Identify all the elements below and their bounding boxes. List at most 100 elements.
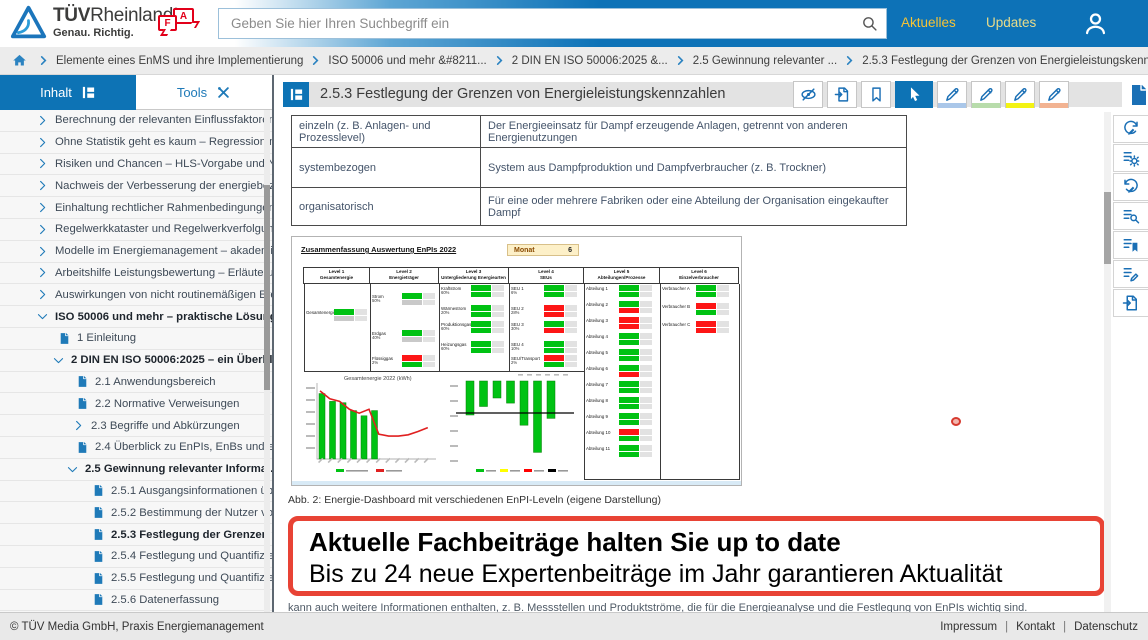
highlighter-yellow-button[interactable] xyxy=(1005,81,1035,108)
table-cell: systembezogen xyxy=(292,148,481,187)
tree-item[interactable]: Auswirkungen von nicht routinemäßigen Er… xyxy=(0,284,272,306)
chevron-right-icon[interactable] xyxy=(36,266,49,279)
bookmark-list-button[interactable] xyxy=(1113,231,1148,259)
tree-item[interactable]: 2.4 Überblick zu EnPIs, EnBs und ener... xyxy=(0,437,272,459)
breadcrumb-item[interactable]: 2.5.3 Festlegung der Grenzen von Energie… xyxy=(862,55,1148,67)
toggle-sidebar-button[interactable] xyxy=(283,82,309,107)
tree-item[interactable]: Nachweis der Verbesserung der energiebez… xyxy=(0,175,272,197)
tree-item[interactable]: Modelle im Energiemanagement – akademis.… xyxy=(0,241,272,263)
redo-annotation-button[interactable] xyxy=(1113,173,1148,201)
tree-item[interactable]: 2.5 Gewinnung relevanter Informa... xyxy=(0,459,272,481)
highlighter-green-button[interactable] xyxy=(971,81,1001,108)
table-row: einzeln (z. B. Anlagen- und Prozesslevel… xyxy=(292,116,906,147)
document-icon xyxy=(92,550,105,563)
tree-item[interactable]: Ohne Statistik geht es kaum – Regression… xyxy=(0,132,272,154)
select-tool-button[interactable] xyxy=(895,81,933,108)
dashboard-metric: SEU 330% xyxy=(510,321,583,334)
bookmark-button[interactable] xyxy=(861,81,891,108)
tree-item[interactable]: 2.5.5 Festlegung und Quantifizier... xyxy=(0,568,272,590)
tree-item-active[interactable]: 2.5.3 Festlegung der Grenzen v... xyxy=(0,524,272,546)
dashboard-metric: Abteilung 11 xyxy=(585,445,659,458)
tree-item[interactable]: 2.3 Begriffe und Abkürzungen xyxy=(0,415,272,437)
footer-link-datenschutz[interactable]: Datenschutz xyxy=(1074,621,1138,633)
chevron-right-icon[interactable] xyxy=(72,419,85,432)
export-annotations-button[interactable] xyxy=(827,81,857,108)
search-annotations-button[interactable] xyxy=(1113,202,1148,230)
highlighter-blue-button[interactable] xyxy=(937,81,967,108)
chevron-down-icon[interactable] xyxy=(52,354,65,367)
footer-link-kontakt[interactable]: Kontakt xyxy=(1016,621,1055,633)
chevron-right-icon[interactable] xyxy=(36,114,49,127)
chevron-down-icon[interactable] xyxy=(66,463,79,476)
sidebar-scrollbar-thumb[interactable] xyxy=(264,185,270,390)
tree-item-label: Berechnung der relevanten Einflussfaktor… xyxy=(55,114,272,126)
chevron-right-icon[interactable] xyxy=(36,245,49,258)
document-icon xyxy=(76,441,89,454)
chevron-right-icon xyxy=(844,55,855,66)
content-scrollbar-thumb[interactable] xyxy=(1104,192,1111,264)
breadcrumb-item[interactable]: 2 DIN EN ISO 50006:2025 &... xyxy=(512,55,668,67)
chevron-right-icon[interactable] xyxy=(36,157,49,170)
tree-item-label: Nachweis der Verbesserung der energiebez… xyxy=(55,180,272,192)
sidebar: Inhalt Tools Berechnung der relevanten E… xyxy=(0,75,274,612)
chevron-right-icon[interactable] xyxy=(36,179,49,192)
undo-annotation-button[interactable] xyxy=(1113,115,1148,143)
content-scrollbar[interactable] xyxy=(1104,112,1111,612)
sidebar-scrollbar[interactable] xyxy=(264,110,270,612)
chevron-right-icon[interactable] xyxy=(36,201,49,214)
tree-item[interactable]: 2.5.4 Festlegung und Quantifizier... xyxy=(0,546,272,568)
annotation-settings-button[interactable] xyxy=(1113,144,1148,172)
tree-item[interactable]: Risiken und Chancen – HLS-Vorgabe und No… xyxy=(0,154,272,176)
tree-item[interactable]: 2 DIN EN ISO 50006:2025 – ein Überblick xyxy=(0,350,272,372)
tree-item-label: Arbeitshilfe Leistungsbewertung – Erläut… xyxy=(55,267,272,279)
tab-inhalt[interactable]: Inhalt xyxy=(0,75,136,110)
dashboard-metric: SEU/Transport2% xyxy=(510,355,583,368)
chevron-right-icon xyxy=(494,55,505,66)
tuv-rheinland-logo[interactable]: TÜVRheinland® Genau. Richtig. xyxy=(10,4,179,41)
tree-item[interactable]: 1 Einleitung xyxy=(0,328,272,350)
new-note-icon[interactable] xyxy=(1127,83,1148,107)
tree-item[interactable]: 2.5.1 Ausgangsinformationen übe... xyxy=(0,481,272,503)
sidebar-tabs: Inhalt Tools xyxy=(0,75,272,110)
promo-callout: Aktuelle Fachbeiträge halten Sie up to d… xyxy=(288,516,1105,596)
dashboard-metric: Verbraucher C xyxy=(661,321,738,334)
chevron-down-icon[interactable] xyxy=(36,310,49,323)
tree-item[interactable]: ISO 50006 und mehr – praktische Lösunge.… xyxy=(0,306,272,328)
dashboard-level-header: Level 2Energieträger xyxy=(369,267,439,284)
search-icon[interactable] xyxy=(852,15,886,32)
tree-item[interactable]: Arbeitshilfe Leistungsbewertung – Erläut… xyxy=(0,263,272,285)
breadcrumb-item[interactable]: Elemente eines EnMS und ihre Implementie… xyxy=(56,55,303,67)
tree-item[interactable]: 2.1 Anwendungsbereich xyxy=(0,372,272,394)
tree-item[interactable]: 2.5.6 Datenerfassung xyxy=(0,590,272,612)
tab-tools[interactable]: Tools xyxy=(136,75,272,110)
user-icon[interactable] xyxy=(1082,10,1109,37)
tree-item-label: 2.5 Gewinnung relevanter Informa... xyxy=(85,463,272,475)
breadcrumb-item[interactable]: 2.5 Gewinnung relevanter ... xyxy=(693,55,837,67)
chevron-right-icon[interactable] xyxy=(36,223,49,236)
home-icon[interactable] xyxy=(12,53,27,68)
dashboard-level-header: Level 1Gesamtenergie xyxy=(303,267,370,284)
header-link-updates[interactable]: Updates xyxy=(986,15,1036,30)
content-table: einzeln (z. B. Anlagen- und Prozesslevel… xyxy=(291,115,907,226)
hide-annotations-button[interactable] xyxy=(793,81,823,108)
search-input[interactable] xyxy=(219,16,852,31)
chevron-right-icon[interactable] xyxy=(36,288,49,301)
edit-annotations-button[interactable] xyxy=(1113,260,1148,288)
tree-item[interactable]: 2.2 Normative Verweisungen xyxy=(0,393,272,415)
breadcrumb-item[interactable]: ISO 50006 und mehr &#8211... xyxy=(328,55,486,67)
dashboard-metric: Verbraucher A xyxy=(661,285,738,298)
header-link-aktuelles[interactable]: Aktuelles xyxy=(901,15,956,30)
chevron-right-icon[interactable] xyxy=(36,136,49,149)
export-list-button[interactable] xyxy=(1113,289,1148,317)
dashboard-title: Zusammenfassung Auswertung EnPIs 2022 xyxy=(301,245,456,254)
tree-item[interactable]: Regelwerkkataster und Regelwerkverfolgun… xyxy=(0,219,272,241)
footer-link-impressum[interactable]: Impressum xyxy=(940,621,997,633)
tree-item[interactable]: Einhaltung rechtlicher Rahmenbedingungen… xyxy=(0,197,272,219)
highlighter-orange-button[interactable] xyxy=(1039,81,1069,108)
fachartikel-badge-icon[interactable]: A F xyxy=(158,8,200,40)
tree-item[interactable]: Berechnung der relevanten Einflussfaktor… xyxy=(0,110,272,132)
dashboard-metric: Flüssiggas2% xyxy=(371,355,438,368)
tree-item[interactable]: 2.5.2 Bestimmung der Nutzer von... xyxy=(0,502,272,524)
tree-item-label: 1 Einleitung xyxy=(77,332,136,344)
pen-icon xyxy=(944,86,961,103)
